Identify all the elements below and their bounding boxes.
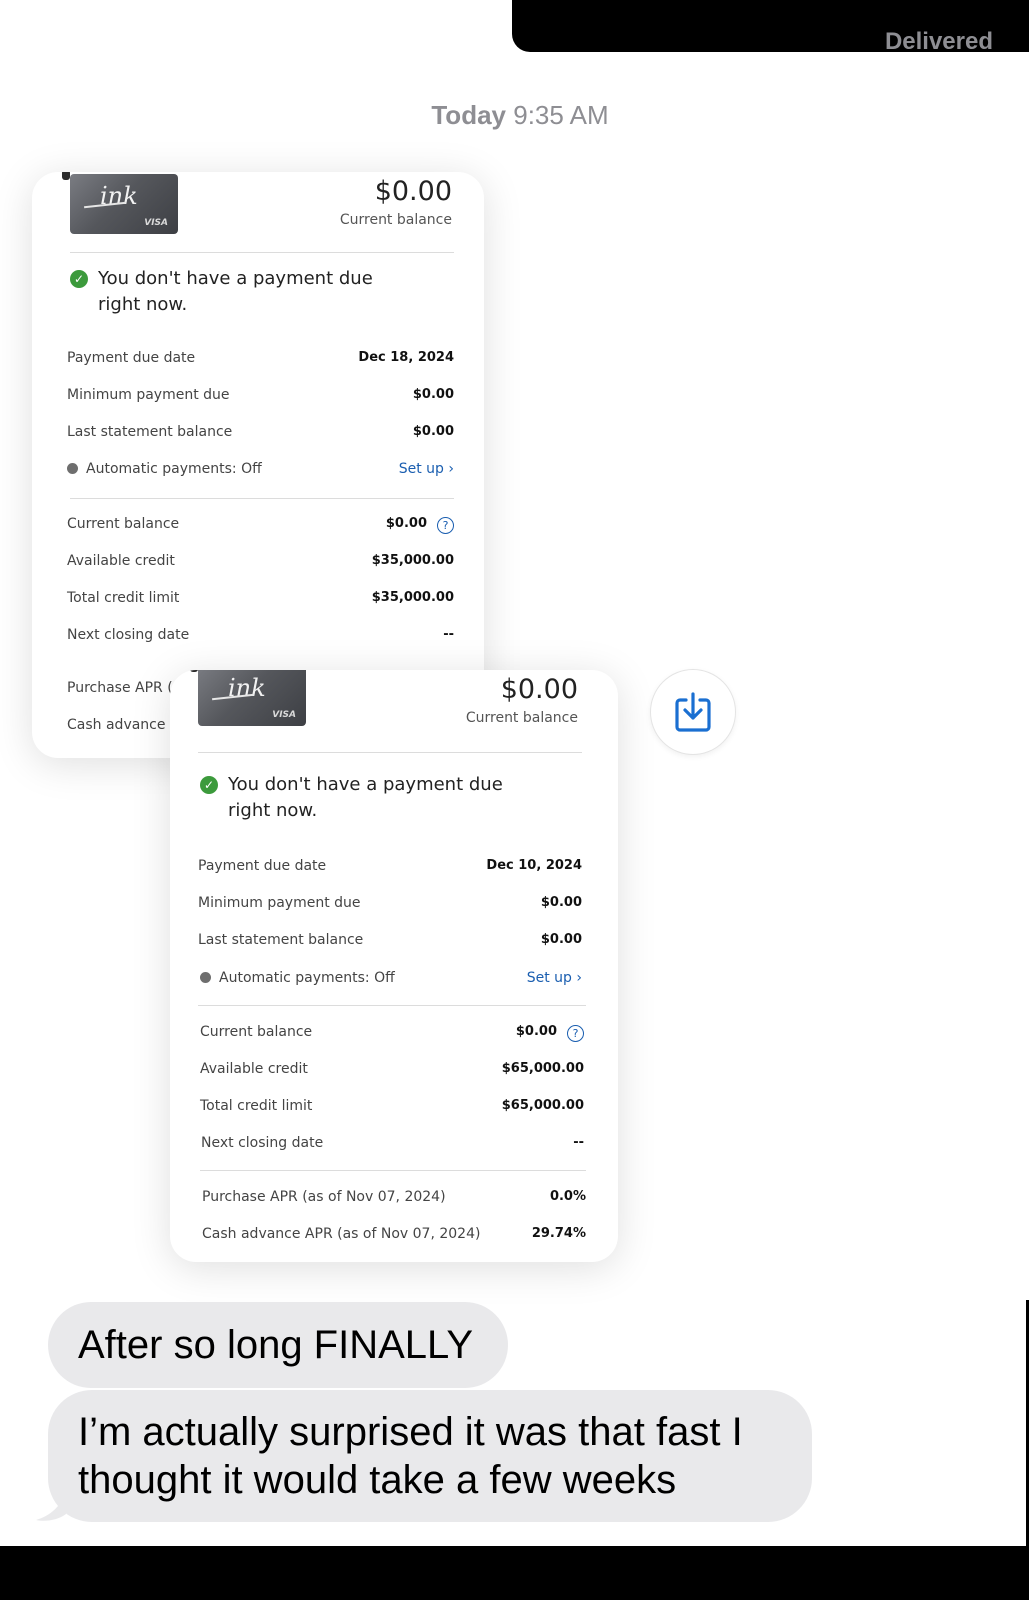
timestamp-time: 9:35 AM: [513, 100, 609, 130]
message-text: After so long FINALLY: [78, 1323, 473, 1367]
payment-notice-text: You don't have a payment due right now.: [98, 268, 373, 315]
row-total-credit-limit: Total credit limit $65,000.00: [200, 1098, 584, 1114]
row-last-statement: Last statement balance $0.00: [67, 424, 454, 440]
row-automatic-payments: Automatic payments: Off Set up ›: [67, 461, 454, 483]
timestamp-day: Today: [431, 100, 506, 130]
check-circle-icon: ✓: [70, 270, 88, 288]
message-timestamp: Today 9:35 AM: [0, 100, 1029, 131]
bubble-tail: [36, 1490, 66, 1521]
balance-label: Current balance: [465, 710, 578, 726]
row-purchase-apr: Purchase APR (as of Nov 07, 2024) 0.0%: [202, 1189, 586, 1205]
row-available-credit: Available credit $65,000.00: [200, 1061, 584, 1077]
row-next-closing-date: Next closing date --: [201, 1135, 584, 1151]
download-tray-icon: [675, 692, 711, 732]
row-next-closing-date: Next closing date --: [67, 627, 454, 643]
row-automatic-payments: Automatic payments: Off Set up ›: [200, 970, 582, 992]
divider: [70, 498, 454, 499]
card-network-logo: VISA: [144, 218, 168, 228]
divider: [70, 252, 454, 253]
payment-notice-text: You don't have a payment due right now.: [228, 774, 503, 821]
setup-link[interactable]: Set up ›: [527, 970, 582, 986]
divider: [200, 1170, 586, 1171]
divider: [198, 752, 582, 753]
setup-link[interactable]: Set up ›: [399, 461, 454, 477]
row-available-credit: Available credit $35,000.00: [67, 553, 454, 569]
credit-card-image: ink VISA: [190, 670, 306, 726]
row-cash-advance-apr: Cash advance APR (as of Nov 07, 2024) 29.…: [202, 1226, 586, 1242]
row-minimum-payment: Minimum payment due $0.00: [67, 387, 454, 403]
delivery-status: Delivered: [884, 28, 993, 55]
row-minimum-payment: Minimum payment due $0.00: [198, 895, 582, 911]
message-text: I’m actually surprised it was that fast …: [78, 1410, 743, 1502]
row-payment-due-date: Payment due date Dec 18, 2024: [67, 350, 454, 366]
row-payment-due-date: Payment due date Dec 10, 2024: [198, 858, 582, 874]
chevron-right-icon: ›: [576, 970, 582, 986]
message-bubble[interactable]: After so long FINALLY: [48, 1302, 508, 1388]
row-current-balance: Current balance $0.00?: [200, 1024, 584, 1046]
help-icon[interactable]: ?: [567, 1025, 584, 1042]
check-circle-icon: ✓: [200, 776, 218, 794]
balance-amount: $0.00: [500, 674, 578, 705]
row-total-credit-limit: Total credit limit $35,000.00: [67, 590, 454, 606]
chevron-right-icon: ›: [448, 461, 454, 477]
row-last-statement: Last statement balance $0.00: [198, 932, 582, 948]
credit-card-image: ink VISA: [62, 172, 178, 234]
balance-label: Current balance: [339, 212, 452, 228]
help-icon[interactable]: ?: [437, 517, 454, 534]
save-image-button[interactable]: [650, 669, 736, 755]
screenshot-image-2[interactable]: ink VISA $0.00 Current balance ✓ You don…: [170, 670, 618, 1262]
divider: [198, 1005, 586, 1006]
status-dot-icon: [200, 972, 211, 983]
message-bubble[interactable]: I’m actually surprised it was that fast …: [48, 1390, 812, 1522]
balance-amount: $0.00: [374, 176, 452, 207]
card-network-logo: VISA: [272, 710, 296, 720]
bottom-bar: [0, 1546, 1029, 1600]
row-current-balance: Current balance $0.00?: [67, 516, 454, 538]
status-dot-icon: [67, 463, 78, 474]
